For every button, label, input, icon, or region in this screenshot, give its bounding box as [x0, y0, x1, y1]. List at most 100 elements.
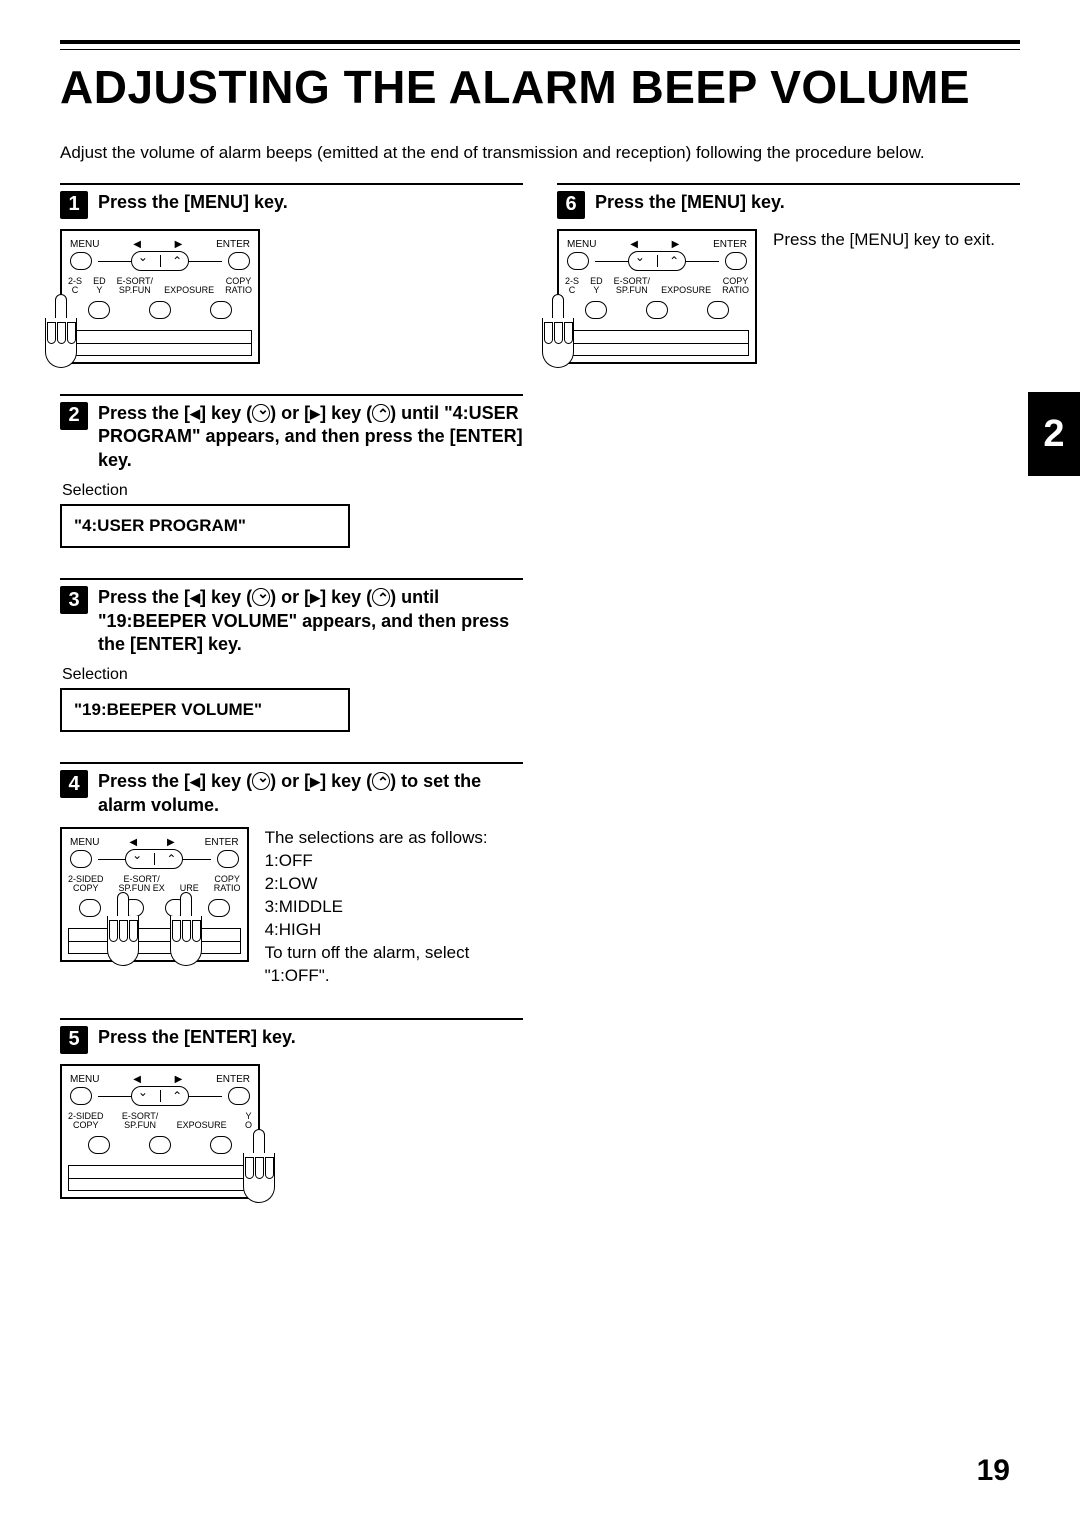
panel-label-enter: ENTER: [216, 1074, 250, 1085]
panel-label-ratio: RATIO: [214, 883, 241, 893]
round-down-icon: [252, 772, 270, 790]
top-rule: [60, 40, 1020, 50]
panel-label-menu: MENU: [70, 837, 99, 848]
panel-label-copy-small: COPY: [73, 883, 99, 893]
panel-button-icon: [149, 301, 171, 319]
arrow-left-icon: [190, 771, 200, 791]
round-up-icon: [372, 404, 390, 422]
panel-label-exposure: EXPOSURE: [164, 285, 214, 295]
step-3: 3 Press the [] key () or [] key () until…: [60, 578, 523, 732]
arrow-right-icon: [310, 771, 320, 791]
step-divider: [60, 394, 523, 396]
panel-label-ratio: RATIO: [225, 285, 252, 295]
step-title: Press the [MENU] key.: [98, 191, 288, 214]
right-column: 6 Press the [MENU] key. MENU ◀ ▶ ENTER: [557, 183, 1020, 1229]
step-divider: [557, 183, 1020, 185]
arrow-left-icon: [190, 587, 200, 607]
arrow-left-icon: [190, 403, 200, 423]
panel-label-exposure: EXPOSURE: [177, 1120, 227, 1130]
panel-label-enter: ENTER: [713, 239, 747, 250]
lcd-display: "4:USER PROGRAM": [60, 504, 350, 548]
round-up-icon: [372, 772, 390, 790]
menu-button-icon: [70, 1087, 92, 1105]
panel-display-icon: [68, 330, 252, 356]
panel-label-copy-small: COPY: [73, 1120, 99, 1130]
enter-button-icon: [228, 252, 250, 270]
left-column: 1 Press the [MENU] key. MENU ◀ ▶ ENTER: [60, 183, 523, 1229]
panel-button-icon: [165, 899, 187, 917]
panel-label-spfun: SP.FUN EX: [118, 883, 164, 893]
step-title: Press the [] key () or [] key () until "…: [98, 586, 523, 656]
nav-rocker-icon: [98, 1086, 222, 1106]
step-divider: [60, 183, 523, 185]
step-title: Press the [MENU] key.: [595, 191, 785, 214]
panel-label-y: Y: [593, 285, 599, 295]
control-panel-illustration: MENU ◀ ▶ ENTER 2-SIDEDCOPY: [60, 827, 249, 962]
round-down-icon: [252, 588, 270, 606]
panel-label-spfun: SP.FUN: [124, 1120, 156, 1130]
step-6: 6 Press the [MENU] key. MENU ◀ ▶ ENTER: [557, 183, 1020, 364]
panel-button-icon: [210, 301, 232, 319]
panel-button-icon: [88, 301, 110, 319]
panel-button-icon: [88, 1136, 110, 1154]
step-number: 2: [60, 402, 88, 430]
arrow-right-icon: ▶: [175, 239, 183, 250]
nav-rocker-icon: [595, 251, 719, 271]
panel-display-icon: [68, 1165, 252, 1191]
panel-button-icon: [646, 301, 668, 319]
content-columns: 1 Press the [MENU] key. MENU ◀ ▶ ENTER: [60, 183, 1020, 1229]
control-panel-illustration: MENU ◀ ▶ ENTER 2-SC: [557, 229, 757, 364]
selection-label: Selection: [62, 482, 523, 500]
panel-label-exposure: EXPOSURE: [661, 285, 711, 295]
step-divider: [60, 578, 523, 580]
arrow-left-icon: ◀: [133, 1074, 141, 1085]
enter-button-icon: [217, 850, 239, 868]
step-divider: [60, 1018, 523, 1020]
menu-button-icon: [70, 252, 92, 270]
panel-label-ure: URE: [180, 883, 199, 893]
page-title: ADJUSTING THE ALARM BEEP VOLUME: [60, 60, 1020, 114]
panel-button-icon: [707, 301, 729, 319]
step-number: 6: [557, 191, 585, 219]
intro-text: Adjust the volume of alarm beeps (emitte…: [60, 142, 1020, 165]
panel-button-icon: [149, 1136, 171, 1154]
panel-label-spfun: SP.FUN: [119, 285, 151, 295]
step-5: 5 Press the [ENTER] key. MENU ◀ ▶ ENTER: [60, 1018, 523, 1199]
panel-label-enter: ENTER: [216, 239, 250, 250]
panel-label-c: C: [72, 285, 79, 295]
panel-label-ratio: RATIO: [722, 285, 749, 295]
arrow-left-icon: ◀: [129, 837, 137, 848]
panel-label-menu: MENU: [567, 239, 596, 250]
panel-button-icon: [210, 1136, 232, 1154]
arrow-right-icon: ▶: [167, 837, 175, 848]
step-number: 4: [60, 770, 88, 798]
nav-rocker-icon: [98, 849, 211, 869]
step-1: 1 Press the [MENU] key. MENU ◀ ▶ ENTER: [60, 183, 523, 364]
panel-button-icon: [585, 301, 607, 319]
step-4: 4 Press the [] key () or [] key () to se…: [60, 762, 523, 987]
enter-button-icon: [725, 252, 747, 270]
panel-label-spfun: SP.FUN: [616, 285, 648, 295]
panel-button-icon: [79, 899, 101, 917]
lcd-display: "19:BEEPER VOLUME": [60, 688, 350, 732]
arrow-left-icon: ◀: [133, 239, 141, 250]
selection-label: Selection: [62, 666, 523, 684]
step-number: 5: [60, 1026, 88, 1054]
menu-button-icon: [567, 252, 589, 270]
step-note: Press the [MENU] key to exit.: [773, 229, 995, 252]
panel-label-y: Y: [96, 285, 102, 295]
step-divider: [60, 762, 523, 764]
round-up-icon: [372, 588, 390, 606]
panel-label-menu: MENU: [70, 1074, 99, 1085]
panel-display-icon: [565, 330, 749, 356]
enter-button-icon: [228, 1087, 250, 1105]
step-2: 2 Press the [] key () or [] key () until…: [60, 394, 523, 548]
control-panel-illustration: MENU ◀ ▶ ENTER 2-SIDEDCOPY E-SORT/SP.FUN: [60, 1064, 260, 1199]
menu-button-icon: [70, 850, 92, 868]
arrow-right-icon: [310, 403, 320, 423]
panel-label-o: O: [245, 1120, 252, 1130]
page-number: 19: [977, 1454, 1010, 1488]
step-number: 3: [60, 586, 88, 614]
panel-label-menu: MENU: [70, 239, 99, 250]
step-title: Press the [] key () or [] key () to set …: [98, 770, 523, 817]
